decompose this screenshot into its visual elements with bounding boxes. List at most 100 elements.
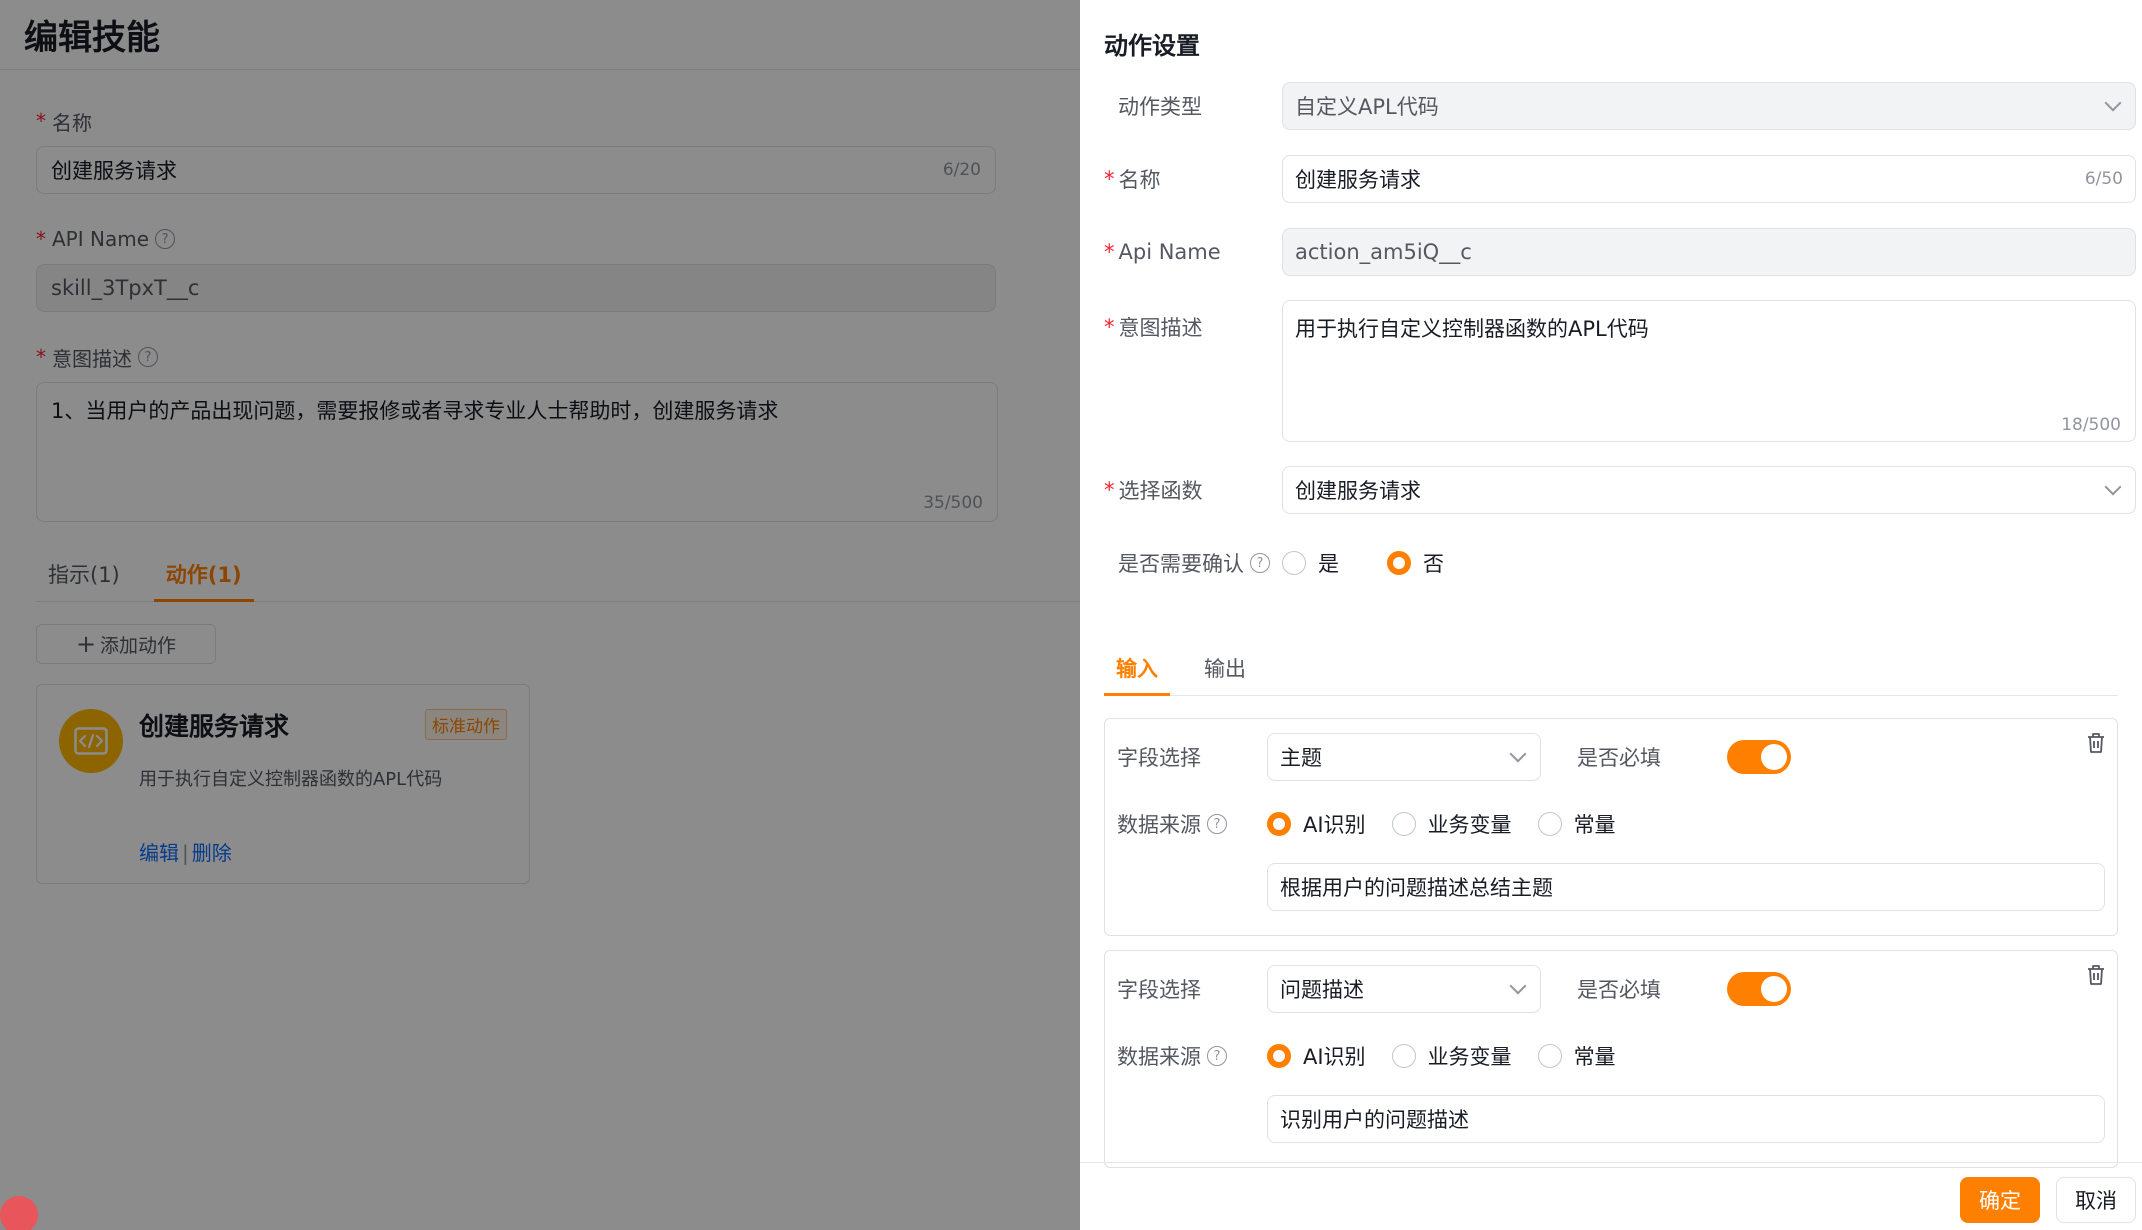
toggle-knob <box>1761 744 1787 770</box>
field-select-value: 问题描述 <box>1280 978 1364 1002</box>
chevron-down-icon <box>2104 478 2122 496</box>
required-mark: * <box>1104 240 1115 264</box>
drawer-title: 动作设置 <box>1104 32 1200 60</box>
confirm-label-wrap: 是否需要确认 ? <box>1104 548 1282 578</box>
action-intent-label: 意图描述 <box>1118 316 1203 340</box>
toggle-knob <box>1761 976 1787 1002</box>
field-select[interactable]: 主题 <box>1267 733 1541 781</box>
action-intent-label-wrap: * 意图描述 <box>1104 300 1282 342</box>
data-source-row: 数据来源 ? AI识别 业务变量 常量 <box>1117 809 1642 839</box>
field-select-label: 字段选择 <box>1117 978 1201 1002</box>
action-name-label: 名称 <box>1118 168 1161 192</box>
required-toggle[interactable] <box>1727 972 1791 1006</box>
field-select-value: 主题 <box>1280 746 1322 770</box>
confirm-radio-group: 是 否 <box>1282 548 1470 578</box>
source-ai-label: AI识别 <box>1303 813 1366 837</box>
function-label: 选择函数 <box>1118 479 1203 503</box>
radio-circle <box>1391 812 1416 836</box>
action-api-label-wrap: * Api Name <box>1104 240 1282 264</box>
modal-mask[interactable] <box>0 0 1080 1230</box>
action-type-row: 动作类型 自定义APL代码 <box>1104 82 2136 130</box>
field-desc-input[interactable]: 识别用户的问题描述 <box>1267 1095 2105 1143</box>
action-type-value: 自定义APL代码 <box>1295 95 1439 119</box>
function-select[interactable]: 创建服务请求 <box>1282 466 2136 514</box>
action-api-row: * Api Name action_am5iQ__c <box>1104 228 2136 276</box>
confirm-row: 是否需要确认 ? 是 否 <box>1104 548 1470 578</box>
field-desc-value: 根据用户的问题描述总结主题 <box>1280 876 1553 900</box>
action-intent-row: * 意图描述 用于执行自定义控制器函数的APL代码 18/500 <box>1104 300 2136 442</box>
trash-icon[interactable] <box>2085 731 2107 755</box>
action-name-value: 创建服务请求 <box>1295 168 1421 192</box>
field-select-label: 字段选择 <box>1117 746 1201 770</box>
confirm-button[interactable]: 确定 <box>1960 1177 2040 1223</box>
required-mark: * <box>1104 315 1115 339</box>
trash-icon[interactable] <box>2085 963 2107 987</box>
field-desc-value: 识别用户的问题描述 <box>1280 1108 1469 1132</box>
function-value: 创建服务请求 <box>1295 479 1421 503</box>
action-name-label-wrap: * 名称 <box>1104 164 1282 194</box>
required-toggle-label: 是否必填 <box>1577 978 1661 1002</box>
action-api-value: action_am5iQ__c <box>1295 240 1472 264</box>
action-api-input[interactable]: action_am5iQ__c <box>1282 228 2136 276</box>
tab-output[interactable]: 输出 <box>1192 653 1258 695</box>
confirm-label: 是否需要确认 <box>1118 552 1244 576</box>
field-card: 字段选择 主题 是否必填 数据来源 ? AI识别 业务变量 常量 根据用户的问题… <box>1104 718 2118 936</box>
data-source-row: 数据来源 ? AI识别 业务变量 常量 <box>1117 1041 1642 1071</box>
data-source-radios: AI识别 业务变量 常量 <box>1267 809 1642 839</box>
help-icon[interactable]: ? <box>1250 553 1270 573</box>
chevron-down-icon <box>1509 745 1527 763</box>
field-select[interactable]: 问题描述 <box>1267 965 1541 1013</box>
action-type-select[interactable]: 自定义APL代码 <box>1282 82 2136 130</box>
data-source-radios: AI识别 业务变量 常量 <box>1267 1041 1642 1071</box>
tab-input[interactable]: 输入 <box>1104 653 1170 696</box>
source-variable-radio[interactable]: 业务变量 <box>1391 809 1512 839</box>
help-icon[interactable]: ? <box>1207 1046 1227 1066</box>
source-constant-radio[interactable]: 常量 <box>1537 809 1616 839</box>
source-variable-label: 业务变量 <box>1427 813 1512 837</box>
action-settings-drawer: 动作设置 动作类型 自定义APL代码 * 名称 创建服务请求 6/50 * Ap… <box>1080 0 2142 1230</box>
chevron-down-icon <box>1509 977 1527 995</box>
drawer-footer: 确定 取消 <box>1080 1162 2142 1230</box>
data-source-label: 数据来源 <box>1117 813 1201 837</box>
required-mark: * <box>1104 478 1115 502</box>
action-intent-counter: 18/500 <box>2061 415 2121 435</box>
source-constant-radio[interactable]: 常量 <box>1537 1041 1616 1071</box>
confirm-no-radio[interactable]: 否 <box>1387 548 1444 578</box>
source-constant-label: 常量 <box>1573 813 1616 837</box>
action-type-label: 动作类型 <box>1118 95 1202 119</box>
chevron-down-icon <box>2104 94 2122 112</box>
required-mark: * <box>1104 167 1115 191</box>
action-intent-value: 用于执行自定义控制器函数的APL代码 <box>1295 317 1649 341</box>
radio-circle <box>1267 1044 1291 1068</box>
help-icon[interactable]: ? <box>1207 814 1227 834</box>
radio-circle <box>1537 1044 1562 1068</box>
radio-circle <box>1391 1044 1416 1068</box>
source-variable-label: 业务变量 <box>1427 1045 1512 1069</box>
field-select-row: 字段选择 问题描述 是否必填 <box>1117 965 1791 1013</box>
source-ai-radio[interactable]: AI识别 <box>1267 1041 1366 1071</box>
confirm-yes-radio[interactable]: 是 <box>1282 548 1339 578</box>
field-select-row: 字段选择 主题 是否必填 <box>1117 733 1791 781</box>
radio-circle <box>1537 812 1562 836</box>
action-intent-textarea[interactable]: 用于执行自定义控制器函数的APL代码 18/500 <box>1282 300 2136 442</box>
required-toggle-label: 是否必填 <box>1577 746 1661 770</box>
field-desc-input[interactable]: 根据用户的问题描述总结主题 <box>1267 863 2105 911</box>
field-card: 字段选择 问题描述 是否必填 数据来源 ? AI识别 业务变量 常量 识别用户的… <box>1104 950 2118 1168</box>
confirm-no-label: 否 <box>1423 552 1444 576</box>
data-source-label-wrap: 数据来源 ? <box>1117 809 1267 839</box>
cancel-button[interactable]: 取消 <box>2056 1177 2136 1223</box>
radio-circle <box>1387 551 1411 575</box>
io-tabs: 输入 输出 <box>1104 644 2118 696</box>
source-ai-radio[interactable]: AI识别 <box>1267 809 1366 839</box>
required-toggle[interactable] <box>1727 740 1791 774</box>
source-ai-label: AI识别 <box>1303 1045 1366 1069</box>
floating-dot[interactable] <box>0 1196 38 1230</box>
action-name-row: * 名称 创建服务请求 6/50 <box>1104 155 2136 203</box>
confirm-yes-label: 是 <box>1318 552 1339 576</box>
data-source-label-wrap: 数据来源 ? <box>1117 1041 1267 1071</box>
action-name-input[interactable]: 创建服务请求 6/50 <box>1282 155 2136 203</box>
source-constant-label: 常量 <box>1573 1045 1616 1069</box>
action-api-label: Api Name <box>1118 240 1221 264</box>
radio-circle <box>1282 551 1306 575</box>
source-variable-radio[interactable]: 业务变量 <box>1391 1041 1512 1071</box>
